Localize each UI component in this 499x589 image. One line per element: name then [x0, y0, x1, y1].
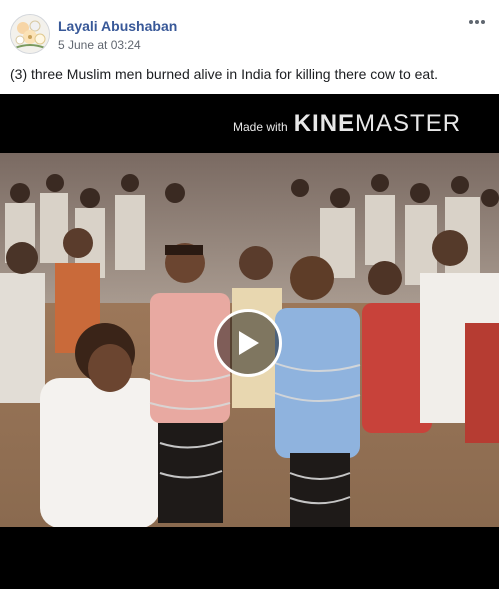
post-timestamp[interactable]: 5 June at 03:24 [58, 38, 141, 52]
video-player[interactable]: Made with KINE MASTER [0, 94, 499, 589]
play-button[interactable] [214, 309, 282, 377]
watermark-brand-bold: KINE [293, 110, 356, 137]
ellipsis-icon [469, 20, 485, 24]
play-icon [239, 331, 259, 355]
post-caption: (3) three Muslim men burned alive in Ind… [10, 66, 438, 82]
avatar-image [11, 15, 49, 53]
facebook-post: Layali Abushaban 5 June at 03:24 (3) thr… [0, 0, 499, 589]
watermark-prefix: Made with [233, 120, 288, 134]
more-options-button[interactable] [465, 12, 489, 32]
post-author-name[interactable]: Layali Abushaban [58, 18, 177, 34]
video-watermark: Made with KINE MASTER [233, 110, 461, 138]
avatar[interactable] [10, 14, 50, 54]
watermark-brand-light: MASTER [355, 110, 462, 137]
